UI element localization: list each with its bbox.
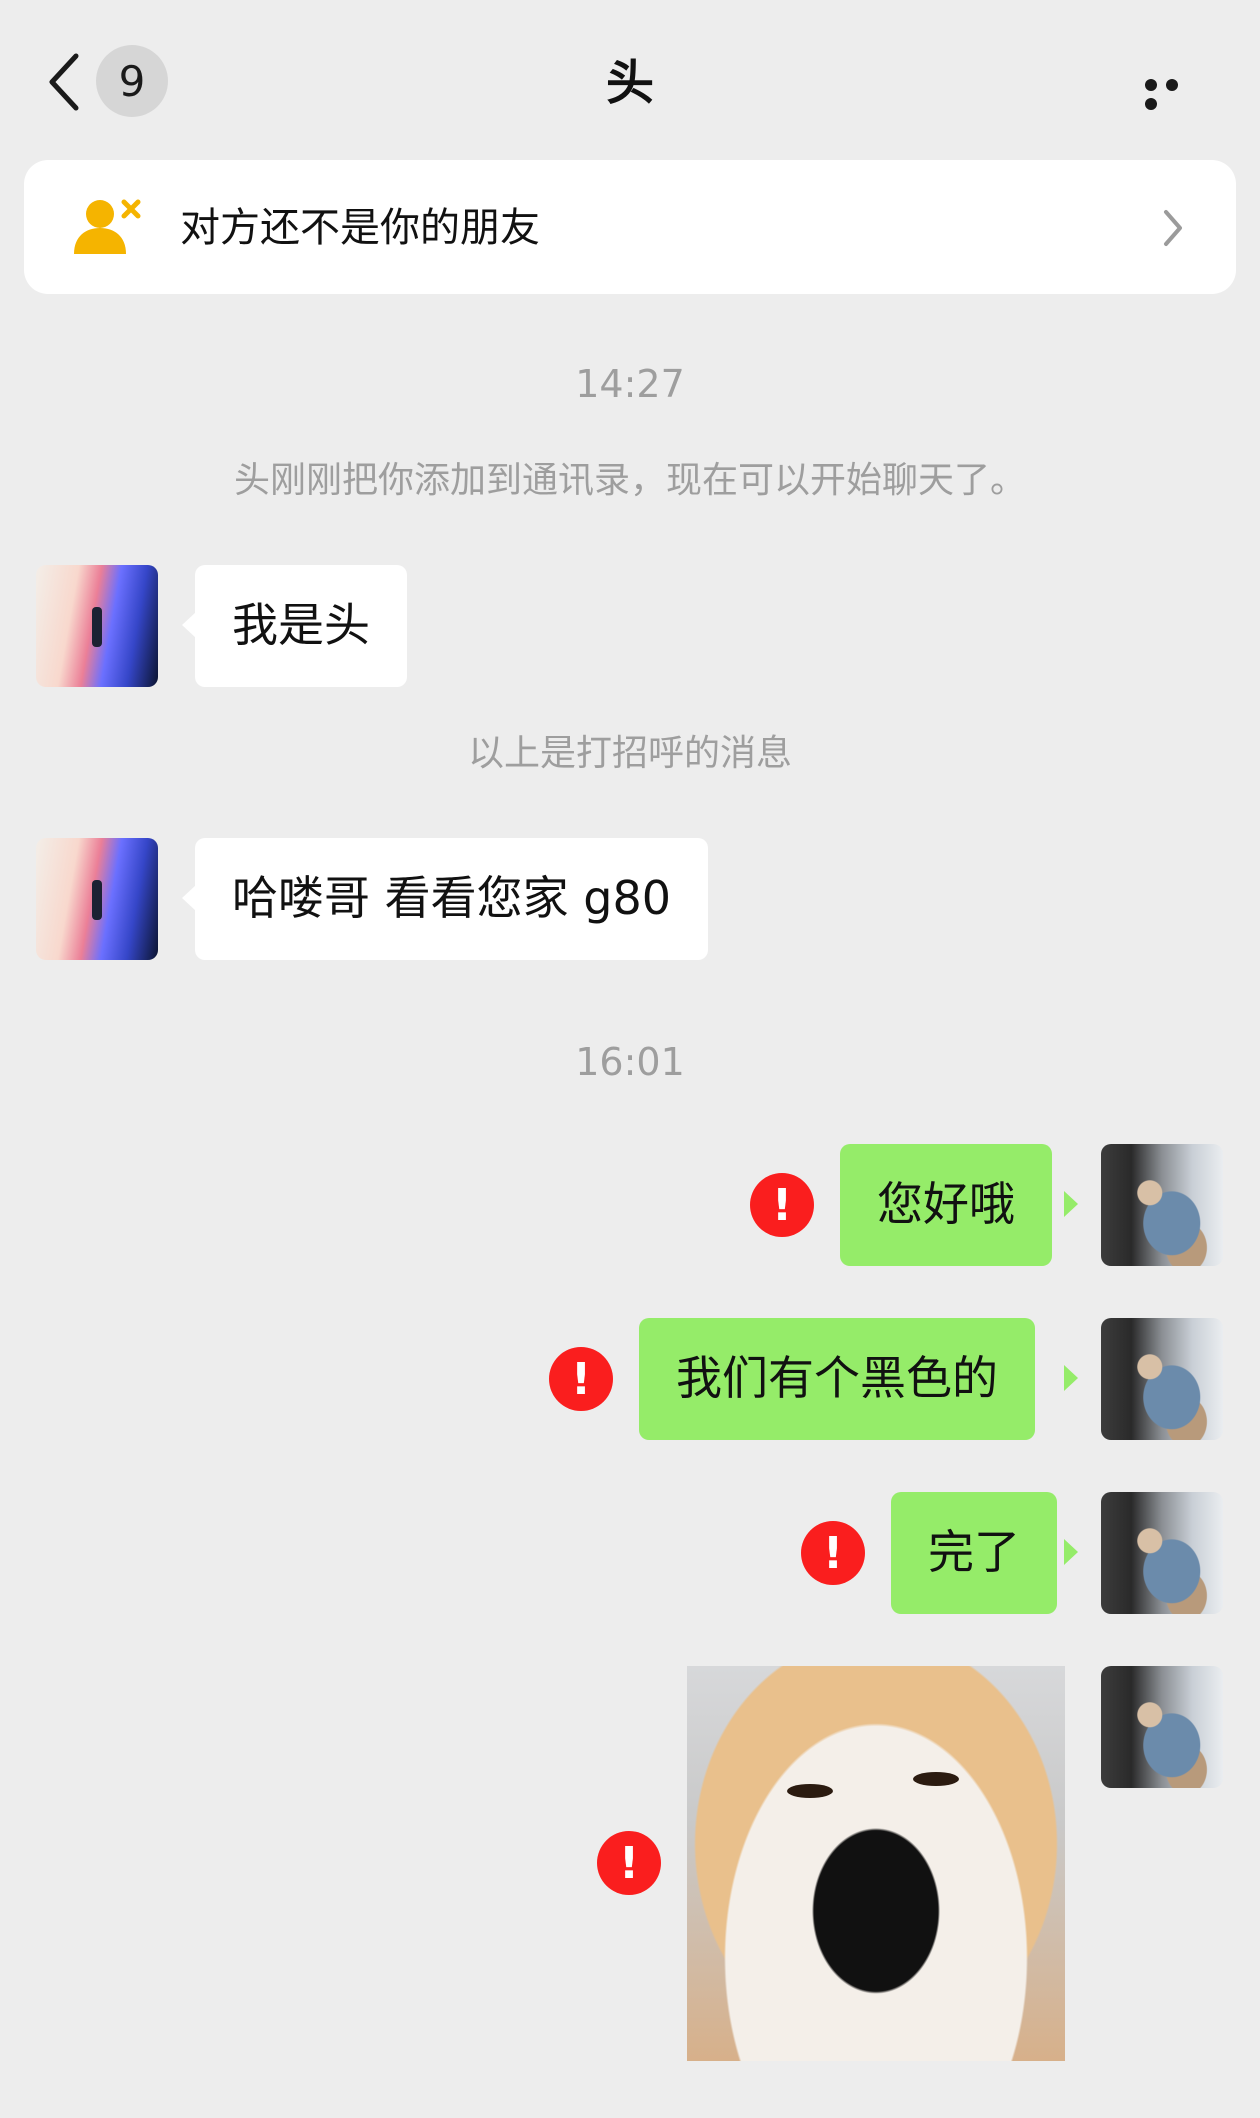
error-icon[interactable]: ! bbox=[750, 1173, 814, 1237]
bubble-tail bbox=[1064, 1191, 1078, 1217]
user-remove-icon bbox=[74, 199, 141, 254]
my-avatar[interactable] bbox=[1101, 1318, 1223, 1440]
banner-text: 对方还不是你的朋友 bbox=[180, 205, 540, 251]
chat-title: 头 bbox=[605, 55, 654, 111]
message-bubble-incoming[interactable]: 我是头 bbox=[195, 565, 407, 687]
contact-avatar[interactable] bbox=[36, 565, 158, 687]
system-message: 以上是打招呼的消息 bbox=[467, 733, 792, 774]
sent-image-dog[interactable] bbox=[687, 1666, 1065, 2061]
message-bubble-outgoing[interactable]: 完了 bbox=[891, 1492, 1057, 1614]
message-bubble-outgoing[interactable]: 我们有个黑色的 bbox=[639, 1318, 1035, 1440]
message-bubble-outgoing[interactable]: 您好哦 bbox=[840, 1144, 1052, 1266]
contact-avatar[interactable] bbox=[36, 838, 158, 960]
bubble-tail bbox=[1064, 1539, 1078, 1565]
bubble-tail bbox=[182, 612, 196, 638]
chevron-right-icon bbox=[1164, 210, 1182, 246]
my-avatar[interactable] bbox=[1101, 1666, 1223, 1788]
more-dots-icon[interactable] bbox=[1145, 76, 1205, 110]
timestamp: 14:27 bbox=[575, 362, 685, 406]
stranger-banner[interactable]: 对方还不是你的朋友 bbox=[24, 160, 1236, 294]
message-bubble-incoming[interactable]: 哈喽哥 看看您家 g80 bbox=[195, 838, 708, 960]
my-avatar[interactable] bbox=[1101, 1492, 1223, 1614]
bubble-tail bbox=[182, 885, 196, 911]
system-message: 头刚刚把你添加到通讯录，现在可以开始聊天了。 bbox=[233, 460, 1026, 501]
error-icon[interactable]: ! bbox=[549, 1347, 613, 1411]
my-avatar[interactable] bbox=[1101, 1144, 1223, 1266]
bubble-tail bbox=[1064, 1365, 1078, 1391]
error-icon[interactable]: ! bbox=[597, 1831, 661, 1895]
error-icon[interactable]: ! bbox=[801, 1521, 865, 1585]
timestamp: 16:01 bbox=[575, 1040, 685, 1084]
